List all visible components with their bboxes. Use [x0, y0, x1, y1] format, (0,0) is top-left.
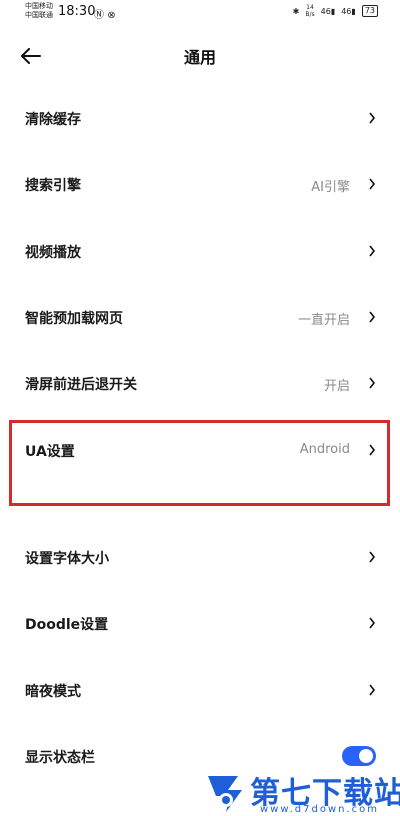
system-icons: ✱ 14 B/s 46▮ 46▮ 73: [293, 4, 378, 18]
chevron-right-icon: [369, 444, 376, 456]
video-playback-row[interactable]: 视频播放: [0, 232, 400, 272]
carrier-info: 中国移动 中国联通: [25, 2, 53, 20]
chevron-right-icon: [369, 551, 376, 563]
status-bar: 中国移动 中国联通 18:30 Ⓝ ⊗ ✱ 14 B/s 46▮ 46▮ 73: [0, 0, 400, 26]
search-engine-label: 搜索引擎: [25, 178, 81, 194]
ua-setting-value: Android: [299, 442, 350, 457]
net-speed-value: 14: [306, 4, 314, 11]
chevron-right-icon: [369, 311, 376, 323]
chevron-right-icon: [369, 112, 376, 124]
clear-cache-row[interactable]: 清除缓存: [0, 99, 400, 139]
header: 通用: [0, 36, 400, 76]
swipe-nav-label: 滑屏前进后退开关: [25, 377, 137, 393]
doodle-label: Doodle设置: [25, 617, 109, 633]
smart-preload-label: 智能预加载网页: [25, 311, 123, 327]
clear-cache-label: 清除缓存: [25, 112, 81, 128]
nfc-icon: Ⓝ: [94, 10, 104, 21]
chevron-right-icon: [369, 684, 376, 696]
dark-mode-label: 暗夜模式: [25, 684, 81, 700]
signal-icon-2: 46▮: [341, 6, 356, 16]
bluetooth-icon: ✱: [292, 6, 300, 16]
carrier-2: 中国联通: [25, 11, 53, 19]
page-title: 通用: [183, 48, 216, 67]
chevron-right-icon: [369, 178, 376, 190]
alarm-icon: ⊗: [107, 10, 116, 21]
d7down-logo-icon: [208, 776, 242, 812]
chevron-right-icon: [369, 617, 376, 629]
search-engine-row[interactable]: 搜索引擎 AI引擎: [0, 165, 400, 205]
search-engine-value: AI引擎: [311, 180, 350, 195]
battery-icon: 73: [361, 5, 378, 17]
smart-preload-row[interactable]: 智能预加载网页 一直开启: [0, 298, 400, 338]
status-bar-toggle[interactable]: [342, 746, 376, 766]
signal-1-label: 46: [320, 6, 331, 16]
font-size-row[interactable]: 设置字体大小: [0, 538, 400, 578]
notification-icons: Ⓝ ⊗: [94, 6, 116, 21]
toggle-knob: [359, 749, 373, 763]
ua-setting-row[interactable]: UA设置 Android: [0, 431, 400, 471]
status-time: 18:30: [58, 4, 96, 19]
swipe-nav-value: 开启: [323, 379, 350, 394]
signal-2-label: 46: [341, 6, 352, 16]
chevron-right-icon: [369, 245, 376, 257]
carrier-1: 中国移动: [25, 2, 53, 10]
swipe-nav-row[interactable]: 滑屏前进后退开关 开启: [0, 364, 400, 404]
font-size-label: 设置字体大小: [25, 551, 109, 567]
status-bar-toggle-label: 显示状态栏: [25, 750, 95, 766]
video-playback-label: 视频播放: [25, 245, 81, 261]
ua-setting-label: UA设置: [25, 444, 75, 460]
settings-page: 中国移动 中国联通 18:30 Ⓝ ⊗ ✱ 14 B/s 46▮ 46▮ 73 …: [0, 0, 400, 816]
watermark: 第七下载站 www.d7down.com: [204, 770, 400, 816]
smart-preload-value: 一直开启: [297, 313, 350, 328]
doodle-row[interactable]: Doodle设置: [0, 604, 400, 644]
signal-icon-1: 46▮: [320, 6, 336, 16]
net-speed: 14 B/s: [305, 4, 314, 18]
chevron-right-icon: [369, 377, 376, 389]
watermark-url: www.d7down.com: [260, 804, 380, 815]
net-speed-unit: B/s: [305, 11, 315, 18]
dark-mode-row[interactable]: 暗夜模式: [0, 671, 400, 711]
